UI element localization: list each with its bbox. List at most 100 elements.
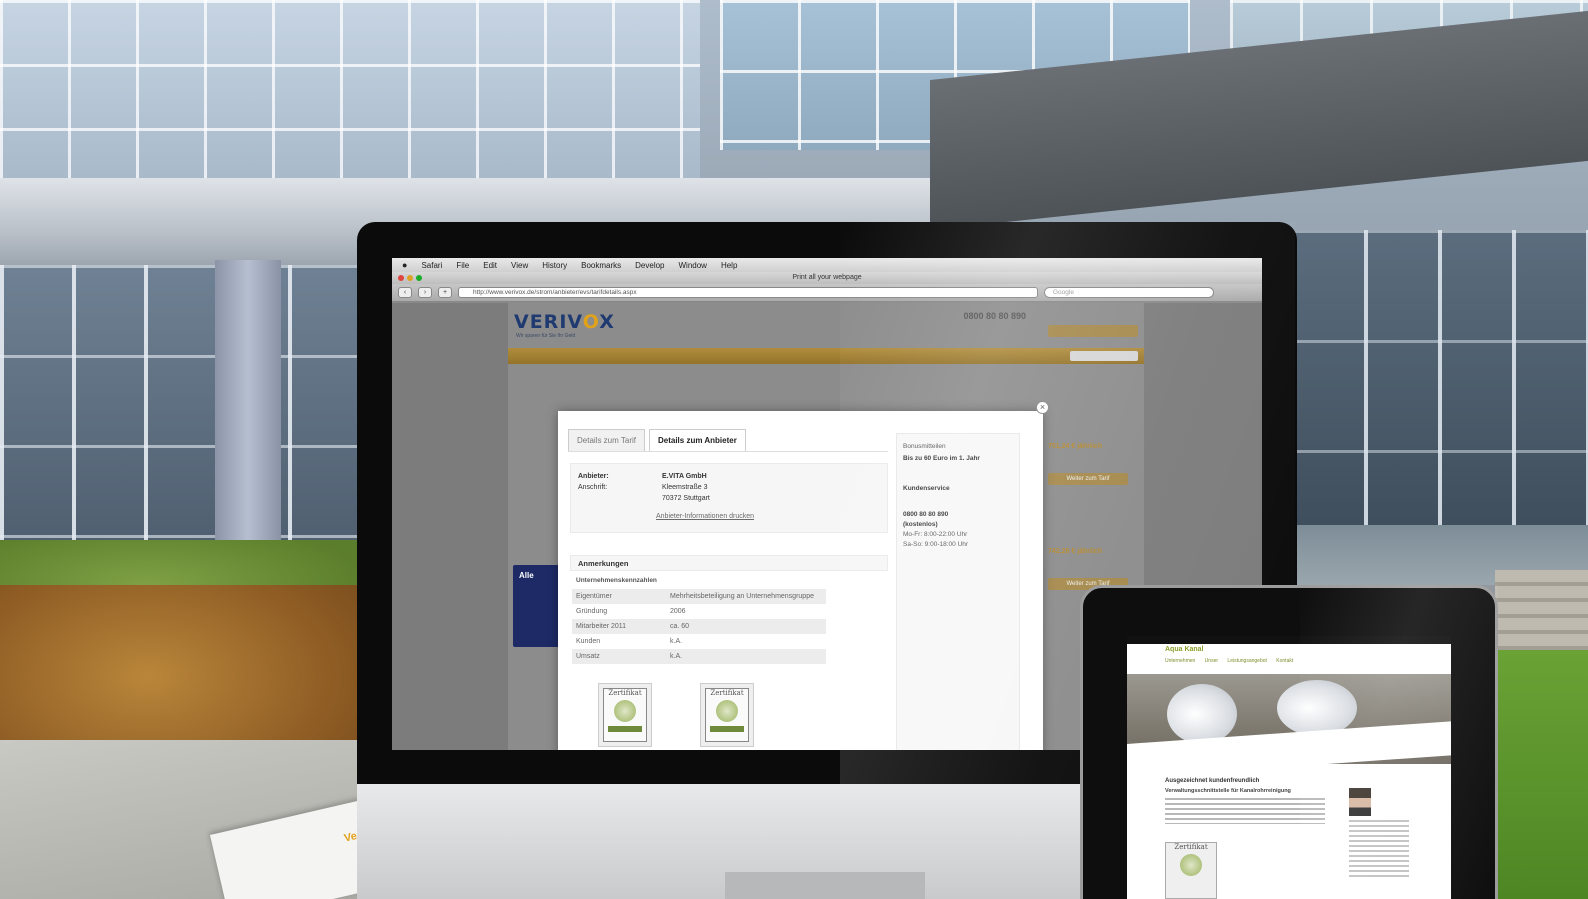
table-row: Eigentümer Mehrheitsbeteiligung an Untern… bbox=[572, 589, 826, 604]
row-value: k.A. bbox=[670, 638, 683, 645]
zoom-window-icon[interactable] bbox=[416, 275, 422, 281]
service-hours: Sa-So: 9:00-18:00 Uhr bbox=[903, 541, 969, 548]
mac-menubar: ● Safari File Edit View History Bookmark… bbox=[392, 258, 1262, 272]
service-title: Kundenservice bbox=[903, 485, 950, 492]
search-input[interactable]: Google bbox=[1044, 287, 1214, 298]
row-key: Umsatz bbox=[576, 653, 600, 660]
certificate-frame: Zertifikat bbox=[705, 688, 749, 742]
logo-text: X bbox=[599, 311, 615, 333]
promo-title: Alle bbox=[519, 571, 534, 580]
print-provider-link[interactable]: Anbieter-Informationen drucken bbox=[656, 513, 754, 520]
imac-stand bbox=[725, 872, 925, 899]
entrance-glass bbox=[0, 265, 360, 545]
logo-text: VERIV bbox=[514, 311, 583, 333]
close-window-icon[interactable] bbox=[398, 275, 404, 281]
service-phone: 0800 80 80 890 bbox=[903, 511, 949, 518]
phone-note: (kostenlos) bbox=[903, 521, 938, 528]
certificate-title: Zertifikat bbox=[1174, 843, 1208, 851]
certificate-badge: Zertifikat bbox=[598, 683, 652, 747]
window-title: Print all your webpage bbox=[392, 272, 1262, 284]
bonus-value: Bis zu 60 Euro im 1. Jahr bbox=[903, 455, 980, 462]
certificate-seal-icon bbox=[716, 700, 738, 722]
address-line-2: 70372 Stuttgart bbox=[662, 495, 710, 502]
ipad-avatar bbox=[1349, 788, 1371, 816]
main-navigation[interactable] bbox=[508, 348, 1144, 364]
close-icon[interactable]: × bbox=[1036, 401, 1049, 414]
menu-item[interactable]: Edit bbox=[483, 261, 497, 270]
certificate-badge: Zertifikat bbox=[700, 683, 754, 747]
add-bookmark-button[interactable]: + bbox=[438, 287, 452, 298]
header-button[interactable] bbox=[1048, 325, 1138, 337]
ipad-statusbar bbox=[1127, 636, 1451, 644]
certificate-bar bbox=[710, 726, 744, 732]
verivox-logo[interactable]: VERIVOX bbox=[514, 311, 615, 333]
modal-tabs: Details zum Tarif Details zum Anbieter bbox=[568, 429, 746, 451]
apple-icon[interactable]: ● bbox=[402, 260, 407, 270]
url-input[interactable]: http://www.verivox.de/strom/anbieter/evs… bbox=[458, 287, 1038, 298]
tariff-button[interactable]: Weiter zum Tarif bbox=[1048, 473, 1128, 485]
menu-item[interactable]: Develop bbox=[635, 261, 664, 270]
menu-item[interactable]: Window bbox=[679, 261, 707, 270]
ipad-certificate-badge: Zertifikat bbox=[1165, 842, 1217, 899]
address-line-1: Kleemstraße 3 bbox=[662, 484, 708, 491]
company-figures-title: Unternehmenskennzahlen bbox=[576, 577, 657, 584]
ipad-body-text bbox=[1165, 798, 1325, 824]
remarks-title: Anmerkungen bbox=[578, 559, 629, 568]
provider-details-modal: Details zum Tarif Details zum Anbieter A… bbox=[558, 411, 1043, 750]
row-value: ca. 60 bbox=[670, 623, 690, 630]
provider-value: E.VITA GmbH bbox=[662, 473, 707, 480]
forward-button[interactable]: › bbox=[418, 287, 432, 298]
glass-windows-left bbox=[0, 0, 700, 180]
table-row: Mitarbeiter 2011 ca. 60 bbox=[572, 619, 826, 634]
row-key: Eigentümer bbox=[576, 593, 612, 600]
nav-search-input[interactable] bbox=[1070, 351, 1138, 361]
service-hours: Mo-Fr: 8:00-22:00 Uhr bbox=[903, 531, 968, 538]
table-row: Umsatz k.A. bbox=[572, 649, 826, 664]
company-figures-table: Eigentümer Mehrheitsbeteiligung an Untern… bbox=[572, 589, 826, 664]
tab-provider-details[interactable]: Details zum Anbieter bbox=[648, 429, 746, 451]
menu-item[interactable]: File bbox=[456, 261, 469, 270]
ipad-screen: Aqua Kanal Unternehmen Unser Leistungsan… bbox=[1127, 636, 1451, 899]
certificate-bar bbox=[608, 726, 642, 732]
certificate-seal-icon bbox=[1180, 854, 1202, 876]
row-value: Mehrheitsbeteiligung an Unternehmensgrup… bbox=[670, 593, 814, 600]
minimize-window-icon[interactable] bbox=[407, 275, 413, 281]
column bbox=[215, 260, 281, 560]
ipad-site-logo[interactable]: Aqua Kanal bbox=[1165, 646, 1204, 653]
right-glass-facade bbox=[1290, 230, 1588, 530]
browser-toolbar: ‹ › + http://www.verivox.de/strom/anbiet… bbox=[392, 284, 1262, 302]
certificate-title: Zertifikat bbox=[710, 689, 744, 697]
pipe-shape bbox=[1277, 680, 1357, 736]
certificate-frame: Zertifikat bbox=[603, 688, 647, 742]
address-label: Anschrift: bbox=[578, 484, 608, 491]
ipad-heading: Ausgezeichnet kundenfreundlich bbox=[1165, 778, 1260, 784]
provider-box bbox=[570, 463, 888, 533]
provider-label: Anbieter: bbox=[578, 473, 609, 480]
service-sidebar: Bonusmitteilen Bis zu 60 Euro im 1. Jahr… bbox=[896, 433, 1020, 750]
menu-item[interactable]: View bbox=[511, 261, 528, 270]
table-row: Kunden k.A. bbox=[572, 634, 826, 649]
ipad-site-menu[interactable]: Unternehmen Unser Leistungsangebot Konta… bbox=[1165, 658, 1293, 664]
price-label: 742,26 € jährlich bbox=[1048, 548, 1103, 555]
ipad-subheading: Verwaltungsschnittstelle für Kanalrohrre… bbox=[1165, 788, 1291, 794]
window-controls bbox=[398, 275, 422, 281]
menu-item[interactable]: Help bbox=[721, 261, 737, 270]
price-label: 751,24 € jährlich bbox=[1048, 443, 1103, 450]
menu-item[interactable]: History bbox=[542, 261, 567, 270]
logo-tagline: Wir sparen für Sie Ihr Geld bbox=[516, 333, 576, 339]
row-value: 2006 bbox=[670, 608, 686, 615]
back-button[interactable]: ‹ bbox=[398, 287, 412, 298]
row-key: Gründung bbox=[576, 608, 608, 615]
row-key: Mitarbeiter 2011 bbox=[576, 623, 627, 630]
menu-item[interactable]: Bookmarks bbox=[581, 261, 621, 270]
promo-box[interactable]: Alle bbox=[513, 565, 561, 647]
tab-divider bbox=[568, 451, 888, 452]
certificate-title: Zertifikat bbox=[608, 689, 642, 697]
menu-item[interactable]: Safari bbox=[421, 261, 442, 270]
stairs bbox=[1495, 570, 1588, 655]
tab-tariff-details[interactable]: Details zum Tarif bbox=[568, 429, 645, 451]
ipad-sidebar-text bbox=[1349, 820, 1409, 880]
logo-o: O bbox=[582, 311, 600, 333]
table-row: Gründung 2006 bbox=[572, 604, 826, 619]
pipe-shape bbox=[1167, 684, 1237, 744]
